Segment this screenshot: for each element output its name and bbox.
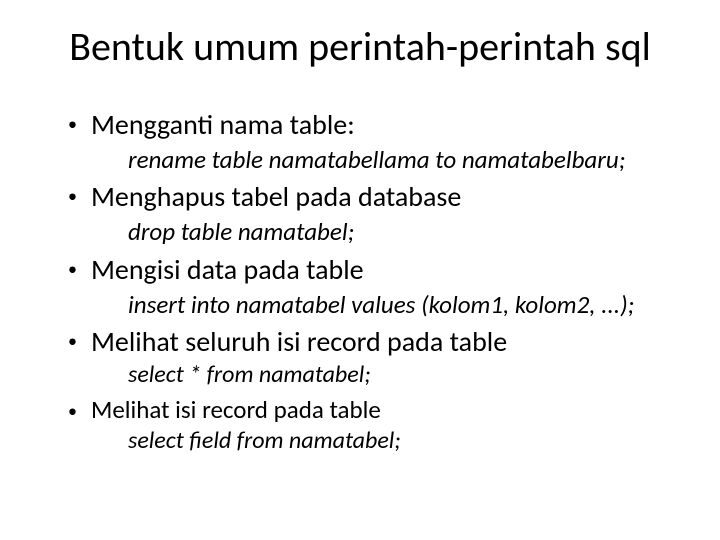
code-line: rename table namatabellama to namatabelb… <box>128 144 670 175</box>
list-item-label: Melihat seluruh isi record pada table <box>91 324 507 359</box>
list-item-label: Mengisi data pada table <box>91 252 364 287</box>
list-item: • Menghapus tabel pada database <box>68 179 670 214</box>
list-item: • Melihat seluruh isi record pada table <box>68 324 670 359</box>
bullet-icon: • <box>68 185 77 207</box>
code-line: select field from namatabel; <box>128 427 670 456</box>
list-item-label: Melihat isi record pada table <box>91 394 381 425</box>
bullet-icon: • <box>68 113 77 135</box>
code-line: select * from namatabel; <box>128 361 670 390</box>
bullet-icon: • <box>68 258 77 280</box>
list-item-label: Mengganti nama table: <box>91 107 355 142</box>
list-item: • Mengisi data pada table <box>68 252 670 287</box>
code-line: insert into namatabel values (kolom1, ko… <box>128 289 670 320</box>
slide-content: • Mengganti nama table: rename table nam… <box>68 107 670 456</box>
list-item-label: Menghapus tabel pada database <box>91 179 461 214</box>
list-item: • Melihat isi record pada table <box>68 394 670 425</box>
code-line: drop table namatabel; <box>128 216 670 247</box>
list-item: • Mengganti nama table: <box>68 107 670 142</box>
slide-title: Bentuk umum perintah-perintah sql <box>50 22 670 71</box>
bullet-icon: • <box>68 400 77 422</box>
bullet-icon: • <box>68 330 77 352</box>
